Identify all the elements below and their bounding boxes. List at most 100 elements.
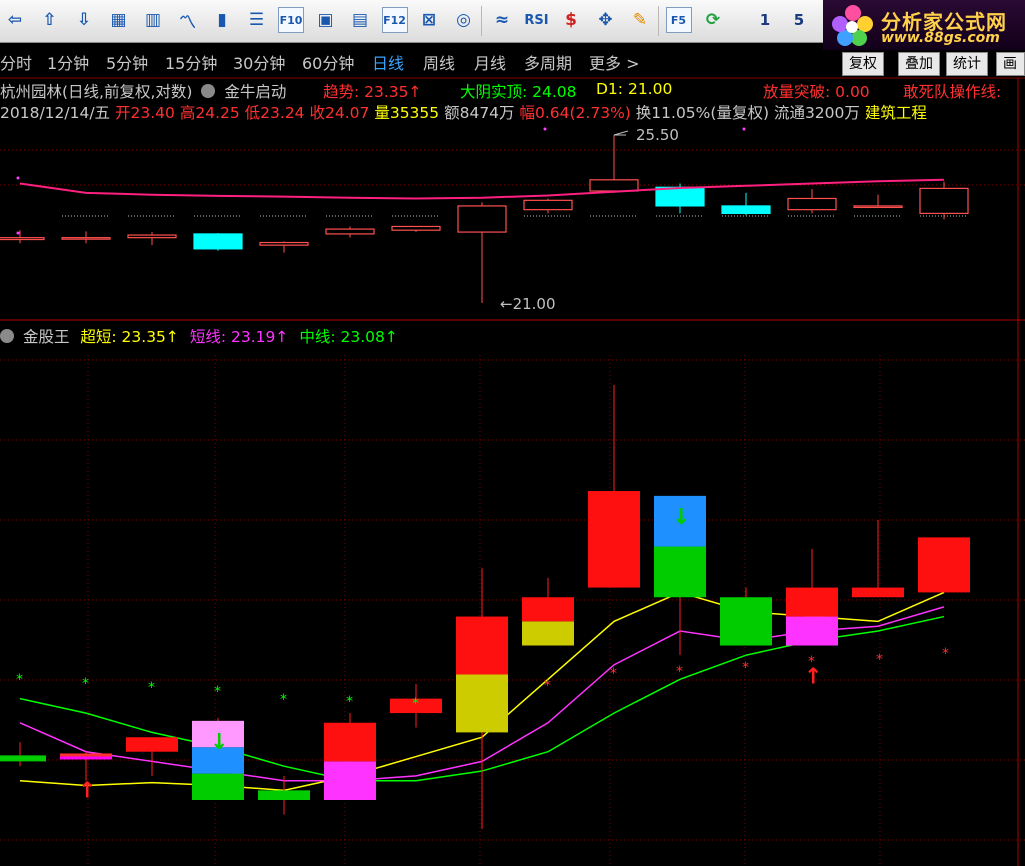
moving-average-line: [19, 178, 945, 200]
star-marker-icon: *: [610, 666, 617, 682]
star-marker-icon: *: [676, 664, 683, 680]
price-candle-body: [787, 197, 837, 211]
indicator-candle-segment: [588, 491, 640, 588]
trend-field: 趋势: 23.35↑: [323, 80, 422, 102]
star-marker-icon: *: [942, 646, 949, 662]
indicator-candle-segment: [456, 674, 508, 733]
indicator-candle-segment: [786, 616, 838, 646]
fangliang-label: 放量突破:: [763, 83, 836, 101]
signal-dot: [543, 127, 547, 131]
indicator-candle-segment: [324, 722, 376, 762]
indicator-candle-segment: [522, 621, 574, 646]
price-candle-body: [193, 233, 243, 250]
indicator-candle-segment: [0, 755, 46, 762]
star-marker-icon: *: [808, 654, 815, 670]
indicator-collapse-icon[interactable]: [0, 329, 14, 343]
signal-name: 金牛启动: [224, 83, 287, 101]
price-candle-body: [457, 205, 507, 233]
price-candle-body: [259, 241, 309, 246]
price-candle-body: [0, 237, 45, 241]
price-candle-body: [853, 205, 903, 209]
indicator-candle-segment: [852, 587, 904, 598]
high-label: 高: [179, 104, 196, 122]
star-marker-icon: *: [346, 694, 353, 710]
chg-label: 幅: [519, 104, 535, 122]
star-marker-icon: *: [82, 676, 89, 692]
star-marker-icon: *: [412, 696, 419, 712]
star-marker-icon: *: [544, 678, 551, 694]
header-line: 杭州园林(日线,前复权,对数) 金牛启动: [0, 80, 286, 102]
gansi-label: 敢死队操作线:: [903, 83, 1002, 101]
price-candle-body: [61, 237, 111, 240]
quote-date: 2018/12/14/五: [0, 104, 111, 122]
close-label: 收: [309, 104, 325, 122]
indicator-name: 金股王: [22, 328, 70, 346]
buy-arrow-icon: ↑: [78, 778, 96, 803]
low-value: 23.24: [260, 104, 305, 122]
annotation-low: ←21.00: [500, 295, 556, 313]
price-candle-body: [721, 205, 771, 215]
high-value: 24.25: [195, 104, 240, 122]
star-marker-icon: *: [280, 692, 287, 708]
star-marker-icon: *: [148, 680, 155, 696]
indicator-candle-segment: [258, 790, 310, 800]
price-candle-body: [325, 228, 375, 235]
open-value: 23.40: [130, 104, 175, 122]
short-label: 短线:: [189, 328, 232, 346]
mid-value: 23.08↑: [340, 328, 398, 346]
indicator-candle-segment: [192, 773, 244, 800]
turnover-value: 换11.05%(量复权): [635, 104, 769, 122]
annotation-arrow: [613, 130, 629, 136]
vol-label: 量: [374, 104, 390, 122]
dayin-label: 大阴实顶:: [460, 83, 533, 101]
price-candle-body: [523, 199, 573, 211]
star-marker-icon: *: [214, 684, 221, 700]
star-marker-icon: *: [876, 652, 883, 668]
indicator-candle-segment: [720, 597, 772, 646]
indicator-candle-segment: [522, 597, 574, 622]
star-marker-icon: *: [16, 672, 23, 688]
sector-value: 建筑工程: [864, 104, 927, 122]
low-label: 低: [244, 104, 261, 122]
indicator-line: 金股王 超短: 23.35↑ 短线: 23.19↑ 中线: 23.08↑: [0, 325, 398, 347]
trend-value: 23.35↑: [364, 83, 422, 101]
trend-label: 趋势:: [323, 83, 365, 101]
ultra-value: 23.35↑: [121, 328, 179, 346]
ultra-label: 超短:: [80, 328, 122, 346]
d1-field: D1: 21.00: [596, 80, 672, 98]
chg-value: 0.64(2.73%): [535, 104, 631, 122]
vol-value: 35355: [389, 104, 440, 122]
price-candle-body: [391, 225, 441, 231]
annotation-high: 25.50: [636, 126, 679, 144]
amt-value: 8474万: [459, 104, 515, 122]
dayin-field: 大阴实顶: 24.08: [460, 80, 577, 102]
open-label: 开: [115, 104, 131, 122]
short-value: 23.19↑: [231, 328, 289, 346]
indicator-candle-segment: [456, 616, 508, 675]
gansi-field: 敢死队操作线:: [903, 80, 1001, 102]
close-value: 24.07: [325, 104, 370, 122]
star-marker-icon: *: [742, 660, 749, 676]
indicator-candle-segment: [324, 761, 376, 800]
sell-arrow-icon: ↓: [210, 730, 228, 755]
price-candle-body: [127, 234, 177, 239]
signal-dot: [16, 231, 20, 235]
indicator-candle-segment: [654, 546, 706, 598]
sell-arrow-icon: ↓: [672, 505, 690, 530]
collapse-icon[interactable]: [201, 84, 216, 98]
amt-label: 额: [444, 104, 460, 122]
price-candle-body: [655, 186, 705, 207]
signal-dot: [742, 127, 746, 131]
chart-canvas: 25.50←21.00↑↓↓↑* * * * * * *** * * * * *: [0, 77, 1025, 866]
d1-value: 21.00: [627, 80, 673, 98]
indicator-candle-segment: [60, 753, 112, 757]
indicator-candle-segment: [918, 537, 970, 593]
mid-label: 中线:: [299, 328, 341, 346]
fangliang-value: 0.00: [835, 83, 870, 101]
price-candle-body: [919, 187, 969, 215]
float-value: 流通3200万: [773, 104, 860, 122]
fangliang-field: 放量突破: 0.00: [763, 80, 870, 102]
indicator-candle-segment: [126, 737, 178, 752]
signal-dot: [16, 176, 20, 180]
stock-title: 杭州园林(日线,前复权,对数): [0, 83, 193, 101]
